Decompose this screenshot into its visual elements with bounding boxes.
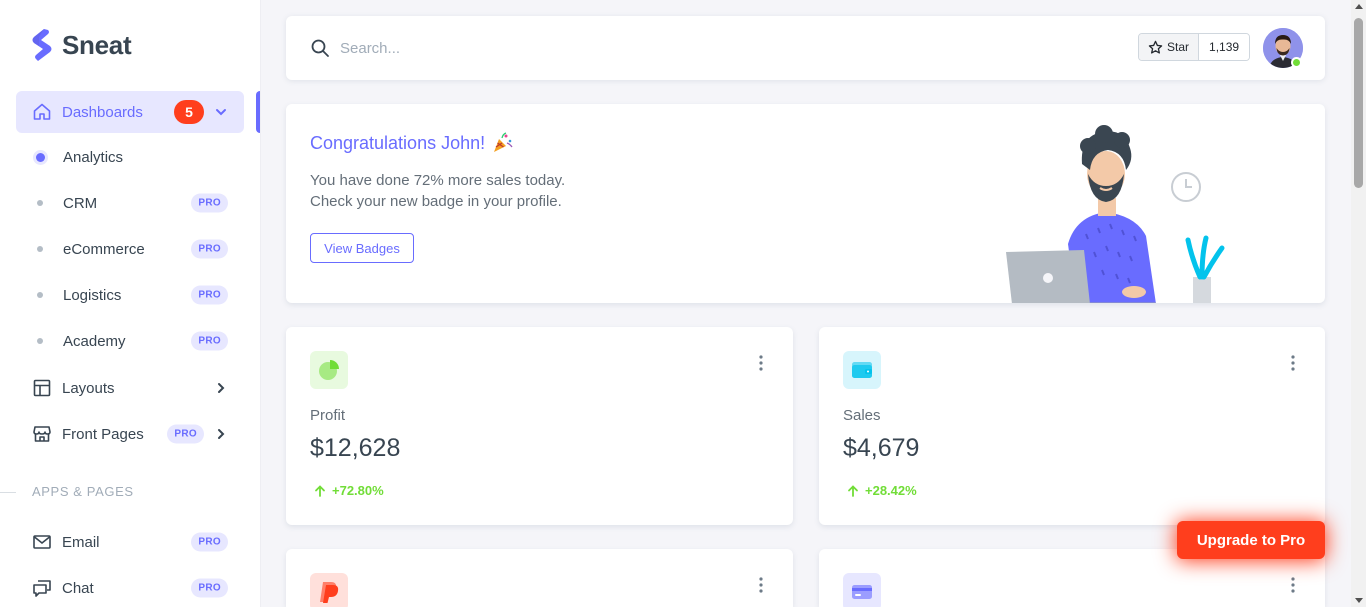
welcome-message: You have done 72% more sales today. Chec… <box>310 170 565 212</box>
welcome-title-text: Congratulations John! <box>310 132 486 153</box>
more-options-icon[interactable] <box>1291 355 1295 371</box>
search-icon <box>311 39 329 57</box>
arrow-up-icon <box>848 484 858 497</box>
pro-badge: PRO <box>191 532 228 552</box>
sidebar-item-label: Front Pages <box>62 425 144 443</box>
page-scrollbar[interactable] <box>1351 0 1366 607</box>
top-navbar: Star 1,139 <box>286 16 1325 80</box>
bullet-icon <box>37 292 43 298</box>
section-header: APPS & PAGES <box>32 484 134 499</box>
stat-value: $4,679 <box>843 434 920 462</box>
party-popper-icon <box>494 132 513 152</box>
sidebar-item-logistics[interactable]: Logistics PRO <box>16 275 244 315</box>
bullet-icon <box>36 152 45 162</box>
welcome-card: Congratulations John! You have done 72% … <box>286 104 1325 303</box>
stat-change-value: +28.42% <box>865 483 917 498</box>
star-icon <box>1148 40 1163 54</box>
pro-badge: PRO <box>167 424 204 444</box>
active-indicator <box>256 91 260 133</box>
welcome-line-2: Check your new badge in your profile. <box>310 193 562 210</box>
payments-card <box>286 549 793 607</box>
star-button[interactable]: Star <box>1139 34 1200 60</box>
layout-icon <box>32 378 52 398</box>
sidebar-item-analytics[interactable]: Analytics <box>16 137 244 177</box>
sidebar: Sneat Dashboards 5 Analytics CRM PRO eCo… <box>0 0 260 607</box>
star-label: Star <box>1167 40 1190 54</box>
more-options-icon[interactable] <box>1291 577 1295 593</box>
sidebar-item-crm[interactable]: CRM PRO <box>16 183 244 223</box>
man-with-laptop-illustration <box>1006 125 1225 303</box>
scroll-thumb[interactable] <box>1354 18 1363 188</box>
star-count[interactable]: 1,139 <box>1199 34 1250 60</box>
stat-label: Sales <box>843 407 881 424</box>
pro-badge: PRO <box>191 331 228 351</box>
sidebar-item-label: Analytics <box>63 148 124 166</box>
welcome-line-1: You have done 72% more sales today. <box>310 172 566 189</box>
sidebar-item-label: Logistics <box>63 286 122 304</box>
scroll-up-icon[interactable] <box>1355 4 1363 9</box>
sidebar-item-label: CRM <box>63 194 98 212</box>
notification-badge: 5 <box>174 100 204 124</box>
sidebar-item-email[interactable]: Email PRO <box>16 521 244 563</box>
sales-card: Sales $4,679 +28.42% <box>819 327 1325 525</box>
arrow-up-icon <box>315 484 325 497</box>
store-icon <box>32 424 52 444</box>
chevron-right-icon <box>218 383 225 393</box>
chat-icon <box>32 578 52 598</box>
welcome-title: Congratulations John! <box>310 132 513 154</box>
stat-label: Profit <box>310 407 346 424</box>
sidebar-item-dashboards[interactable]: Dashboards 5 <box>16 91 244 133</box>
more-options-icon[interactable] <box>759 577 763 593</box>
pro-badge: PRO <box>191 285 228 305</box>
sidebar-item-chat[interactable]: Chat PRO <box>16 567 244 607</box>
view-badges-button[interactable]: View Badges <box>310 233 414 263</box>
credit-card-icon <box>843 573 881 607</box>
online-status-dot <box>1291 57 1302 68</box>
chevron-down-icon <box>216 109 226 116</box>
pie-chart-icon <box>310 351 348 389</box>
more-options-icon[interactable] <box>759 355 763 371</box>
pro-badge: PRO <box>191 578 228 598</box>
sidebar-item-label: eCommerce <box>63 240 145 258</box>
stat-change-value: +72.80% <box>332 483 384 498</box>
profit-card: Profit $12,628 +72.80% <box>286 327 793 525</box>
sidebar-item-label: Layouts <box>62 379 115 397</box>
sidebar-item-label: Dashboards <box>62 103 143 121</box>
github-star-widget: Star 1,139 <box>1138 33 1251 61</box>
mail-icon <box>32 532 52 552</box>
section-divider <box>0 492 16 493</box>
bullet-icon <box>37 200 43 206</box>
pro-badge: PRO <box>191 193 228 213</box>
search-input[interactable] <box>340 34 740 62</box>
upgrade-to-pro-button[interactable]: Upgrade to Pro <box>1177 521 1325 559</box>
stat-value: $12,628 <box>310 434 401 462</box>
stat-change: +72.80% <box>314 483 384 498</box>
sidebar-item-label: Chat <box>62 579 94 597</box>
paypal-icon <box>310 573 348 607</box>
stat-change: +28.42% <box>847 483 917 498</box>
brand[interactable]: Sneat <box>30 28 132 62</box>
sidebar-item-label: Email <box>62 533 100 551</box>
chevron-right-icon <box>218 429 225 439</box>
bullet-icon <box>37 338 43 344</box>
bullet-icon <box>37 246 43 252</box>
sidebar-item-academy[interactable]: Academy PRO <box>16 321 244 361</box>
sidebar-item-ecommerce[interactable]: eCommerce PRO <box>16 229 244 269</box>
home-icon <box>32 102 52 122</box>
sneat-logo-icon <box>32 29 52 61</box>
wallet-icon <box>843 351 881 389</box>
sidebar-item-front-pages[interactable]: Front Pages PRO <box>16 413 244 455</box>
sidebar-item-layouts[interactable]: Layouts <box>16 367 244 409</box>
sidebar-item-label: Academy <box>63 332 126 350</box>
pro-badge: PRO <box>191 239 228 259</box>
brand-name: Sneat <box>62 29 132 60</box>
scroll-down-icon[interactable] <box>1355 598 1363 603</box>
